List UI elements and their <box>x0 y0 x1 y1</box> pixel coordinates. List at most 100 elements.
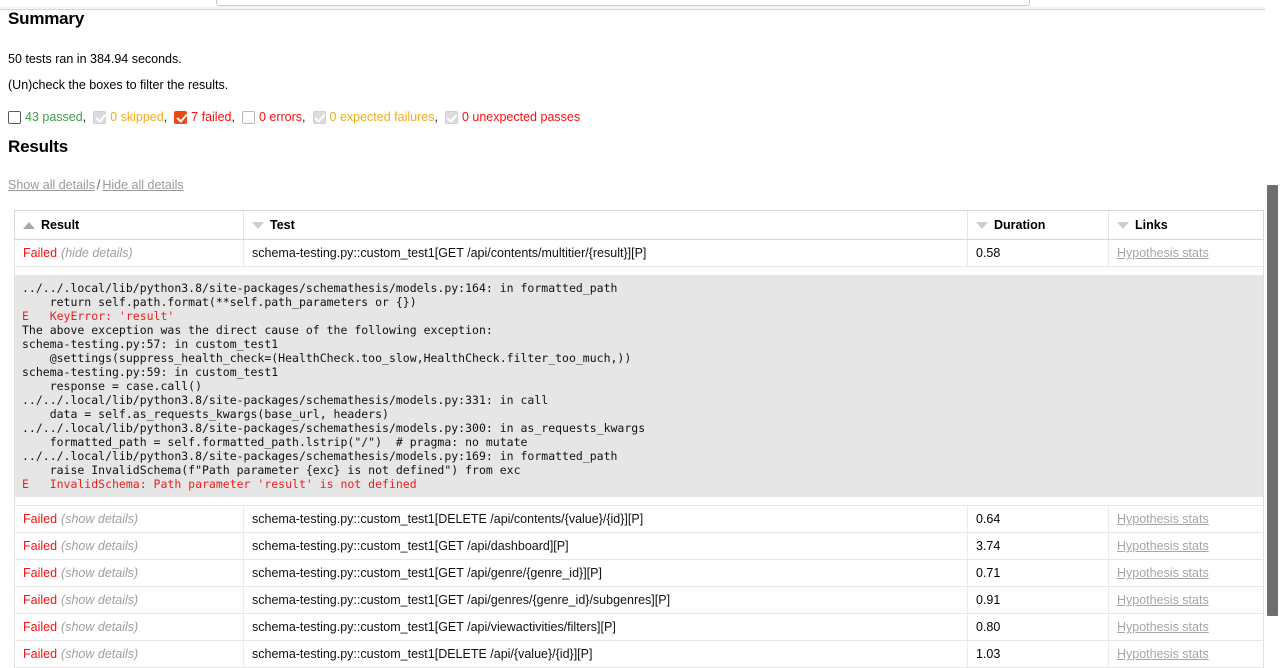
filter-hint: (Un)check the boxes to filter the result… <box>8 78 229 92</box>
cell-links: Hypothesis stats <box>1108 613 1264 641</box>
hypothesis-stats-link[interactable]: Hypothesis stats <box>1117 246 1209 260</box>
filter-label: 0 expected failures <box>329 110 435 124</box>
filter-0-unexpected-passes[interactable]: 0 unexpected passes <box>444 110 581 124</box>
traceback-line: @settings(suppress_health_check=(HealthC… <box>22 351 632 365</box>
column-header-duration[interactable]: Duration <box>967 210 1109 240</box>
column-header-links[interactable]: Links <box>1108 210 1264 240</box>
table-row: Failed (show details) schema-testing.py::c… <box>14 640 1264 668</box>
page-scrollbar-thumb[interactable] <box>1267 185 1278 616</box>
duration-value: 0.91 <box>976 593 1001 607</box>
traceback-error-line: E KeyError: 'result' <box>22 309 175 323</box>
traceback-line: return self.path.format(**self.path_para… <box>22 295 417 309</box>
filter-0-errors[interactable]: 0 errors <box>241 110 302 124</box>
traceback-output: ../../.local/lib/python3.8/site-packages… <box>15 275 1263 497</box>
toggle-details-link[interactable]: (show details) <box>61 593 138 607</box>
test-identifier: schema-testing.py::custom_test1[DELETE /… <box>252 512 644 526</box>
column-header-result[interactable]: Result <box>14 210 244 240</box>
test-identifier: schema-testing.py::custom_test1[GET /api… <box>252 593 671 607</box>
checkbox-0-skipped[interactable] <box>93 110 107 124</box>
toggle-details-link[interactable]: (show details) <box>61 566 138 580</box>
hypothesis-stats-link[interactable]: Hypothesis stats <box>1117 539 1209 553</box>
filter-separator: , <box>163 110 168 124</box>
filter-43-passed[interactable]: 43 passed <box>8 110 83 124</box>
filter-separator: , <box>231 110 235 124</box>
traceback-line: response = case.call() <box>22 379 203 393</box>
toggle-details-link[interactable]: (show details) <box>61 647 138 661</box>
checkbox-7-failed[interactable] <box>174 110 188 124</box>
test-run-summary: 50 tests ran in 384.94 seconds. <box>8 52 182 66</box>
show-all-details-link[interactable]: Show all details <box>8 178 95 192</box>
cell-links: Hypothesis stats <box>1108 532 1264 560</box>
cell-duration: 0.91 <box>967 586 1109 614</box>
table-header-row: Result Test Duration Links <box>14 210 1264 240</box>
filter-label: 43 passed <box>25 110 83 124</box>
cell-result: Failed (show details) <box>14 505 244 533</box>
column-header-label: Test <box>270 218 295 232</box>
hypothesis-stats-link[interactable]: Hypothesis stats <box>1117 620 1209 634</box>
checkbox-0-errors[interactable] <box>241 110 255 124</box>
cell-links: Hypothesis stats <box>1108 505 1264 533</box>
sort-ascending-icon <box>23 221 35 229</box>
detail-toggle-links: Show all details / Hide all details <box>8 178 1280 193</box>
column-header-label: Duration <box>994 218 1046 232</box>
duration-value: 0.80 <box>976 620 1001 634</box>
cell-duration: 0.64 <box>967 505 1109 533</box>
test-identifier: schema-testing.py::custom_test1[GET /api… <box>252 246 647 260</box>
status-badge: Failed <box>23 539 58 553</box>
checkbox-43-passed[interactable] <box>8 110 21 124</box>
traceback-line: ../../.local/lib/python3.8/site-packages… <box>22 393 549 407</box>
filter-label: 0 unexpected passes <box>461 110 581 124</box>
cell-duration: 3.74 <box>967 532 1109 560</box>
cell-result: Failed (show details) <box>14 586 244 614</box>
hypothesis-stats-link[interactable]: Hypothesis stats <box>1117 593 1209 607</box>
traceback-row: ../../.local/lib/python3.8/site-packages… <box>14 266 1264 506</box>
hypothesis-stats-link[interactable]: Hypothesis stats <box>1117 647 1209 661</box>
column-header-label: Links <box>1135 218 1168 232</box>
toggle-details-link[interactable]: (show details) <box>61 539 138 553</box>
results-table-body: Failed (hide details) schema-testing.py::c… <box>14 239 1264 668</box>
traceback-line: ../../.local/lib/python3.8/site-packages… <box>22 449 618 463</box>
duration-value: 0.58 <box>976 246 1001 260</box>
hypothesis-stats-link[interactable]: Hypothesis stats <box>1117 566 1209 580</box>
sort-descending-icon <box>976 221 988 229</box>
filter-separator: , <box>302 110 306 124</box>
checkbox-0-unexpected-passes[interactable] <box>444 110 458 124</box>
duration-value: 0.64 <box>976 512 1001 526</box>
filter-7-failed[interactable]: 7 failed <box>174 110 231 124</box>
column-header-test[interactable]: Test <box>243 210 968 240</box>
cell-links: Hypothesis stats <box>1108 640 1264 668</box>
cell-result: Failed (show details) <box>14 640 244 668</box>
cell-test: schema-testing.py::custom_test1[GET /api… <box>243 586 968 614</box>
traceback-line: formatted_path = self.formatted_path.lst… <box>22 435 528 449</box>
cell-duration: 0.80 <box>967 613 1109 641</box>
cell-test: schema-testing.py::custom_test1[DELETE /… <box>243 640 968 668</box>
cell-test: schema-testing.py::custom_test1[DELETE /… <box>243 505 968 533</box>
duration-value: 0.71 <box>976 566 1001 580</box>
hypothesis-stats-link[interactable]: Hypothesis stats <box>1117 512 1209 526</box>
sort-descending-icon <box>252 221 264 229</box>
result-filter-checkboxes: 43 passed, 0 skipped, 7 failed, 0 errors, 0 … <box>8 110 1280 124</box>
cell-links: Hypothesis stats <box>1108 586 1264 614</box>
hide-all-details-link[interactable]: Hide all details <box>102 178 183 192</box>
filter-0-skipped[interactable]: 0 skipped <box>93 110 164 124</box>
toggle-details-link[interactable]: (show details) <box>61 512 138 526</box>
cell-result: Failed (hide details) <box>14 239 244 267</box>
traceback-error-line: E InvalidSchema: Path parameter 'result'… <box>22 477 417 491</box>
traceback-line: The above exception was the direct cause… <box>22 323 493 337</box>
cell-result: Failed (show details) <box>14 613 244 641</box>
table-row: Failed (hide details) schema-testing.py::c… <box>14 239 1264 267</box>
traceback-line: schema-testing.py:57: in custom_test1 <box>22 337 279 351</box>
status-badge: Failed <box>23 620 58 634</box>
filter-0-expected-failures[interactable]: 0 expected failures <box>312 110 435 124</box>
column-header-label: Result <box>41 218 80 232</box>
status-badge: Failed <box>23 566 58 580</box>
toggle-details-link[interactable]: (hide details) <box>61 246 133 260</box>
table-row: Failed (show details) schema-testing.py::c… <box>14 559 1264 587</box>
results-table: Result Test Duration Links Failed (hide deta… <box>14 210 1264 668</box>
table-row: Failed (show details) schema-testing.py::c… <box>14 505 1264 533</box>
page-scrollbar-track[interactable] <box>1265 0 1280 616</box>
report-page: Summary 50 tests ran in 384.94 seconds. … <box>0 10 1280 668</box>
toggle-details-link[interactable]: (show details) <box>61 620 138 634</box>
table-row: Failed (show details) schema-testing.py::c… <box>14 586 1264 614</box>
checkbox-0-expected-failures[interactable] <box>312 110 326 124</box>
